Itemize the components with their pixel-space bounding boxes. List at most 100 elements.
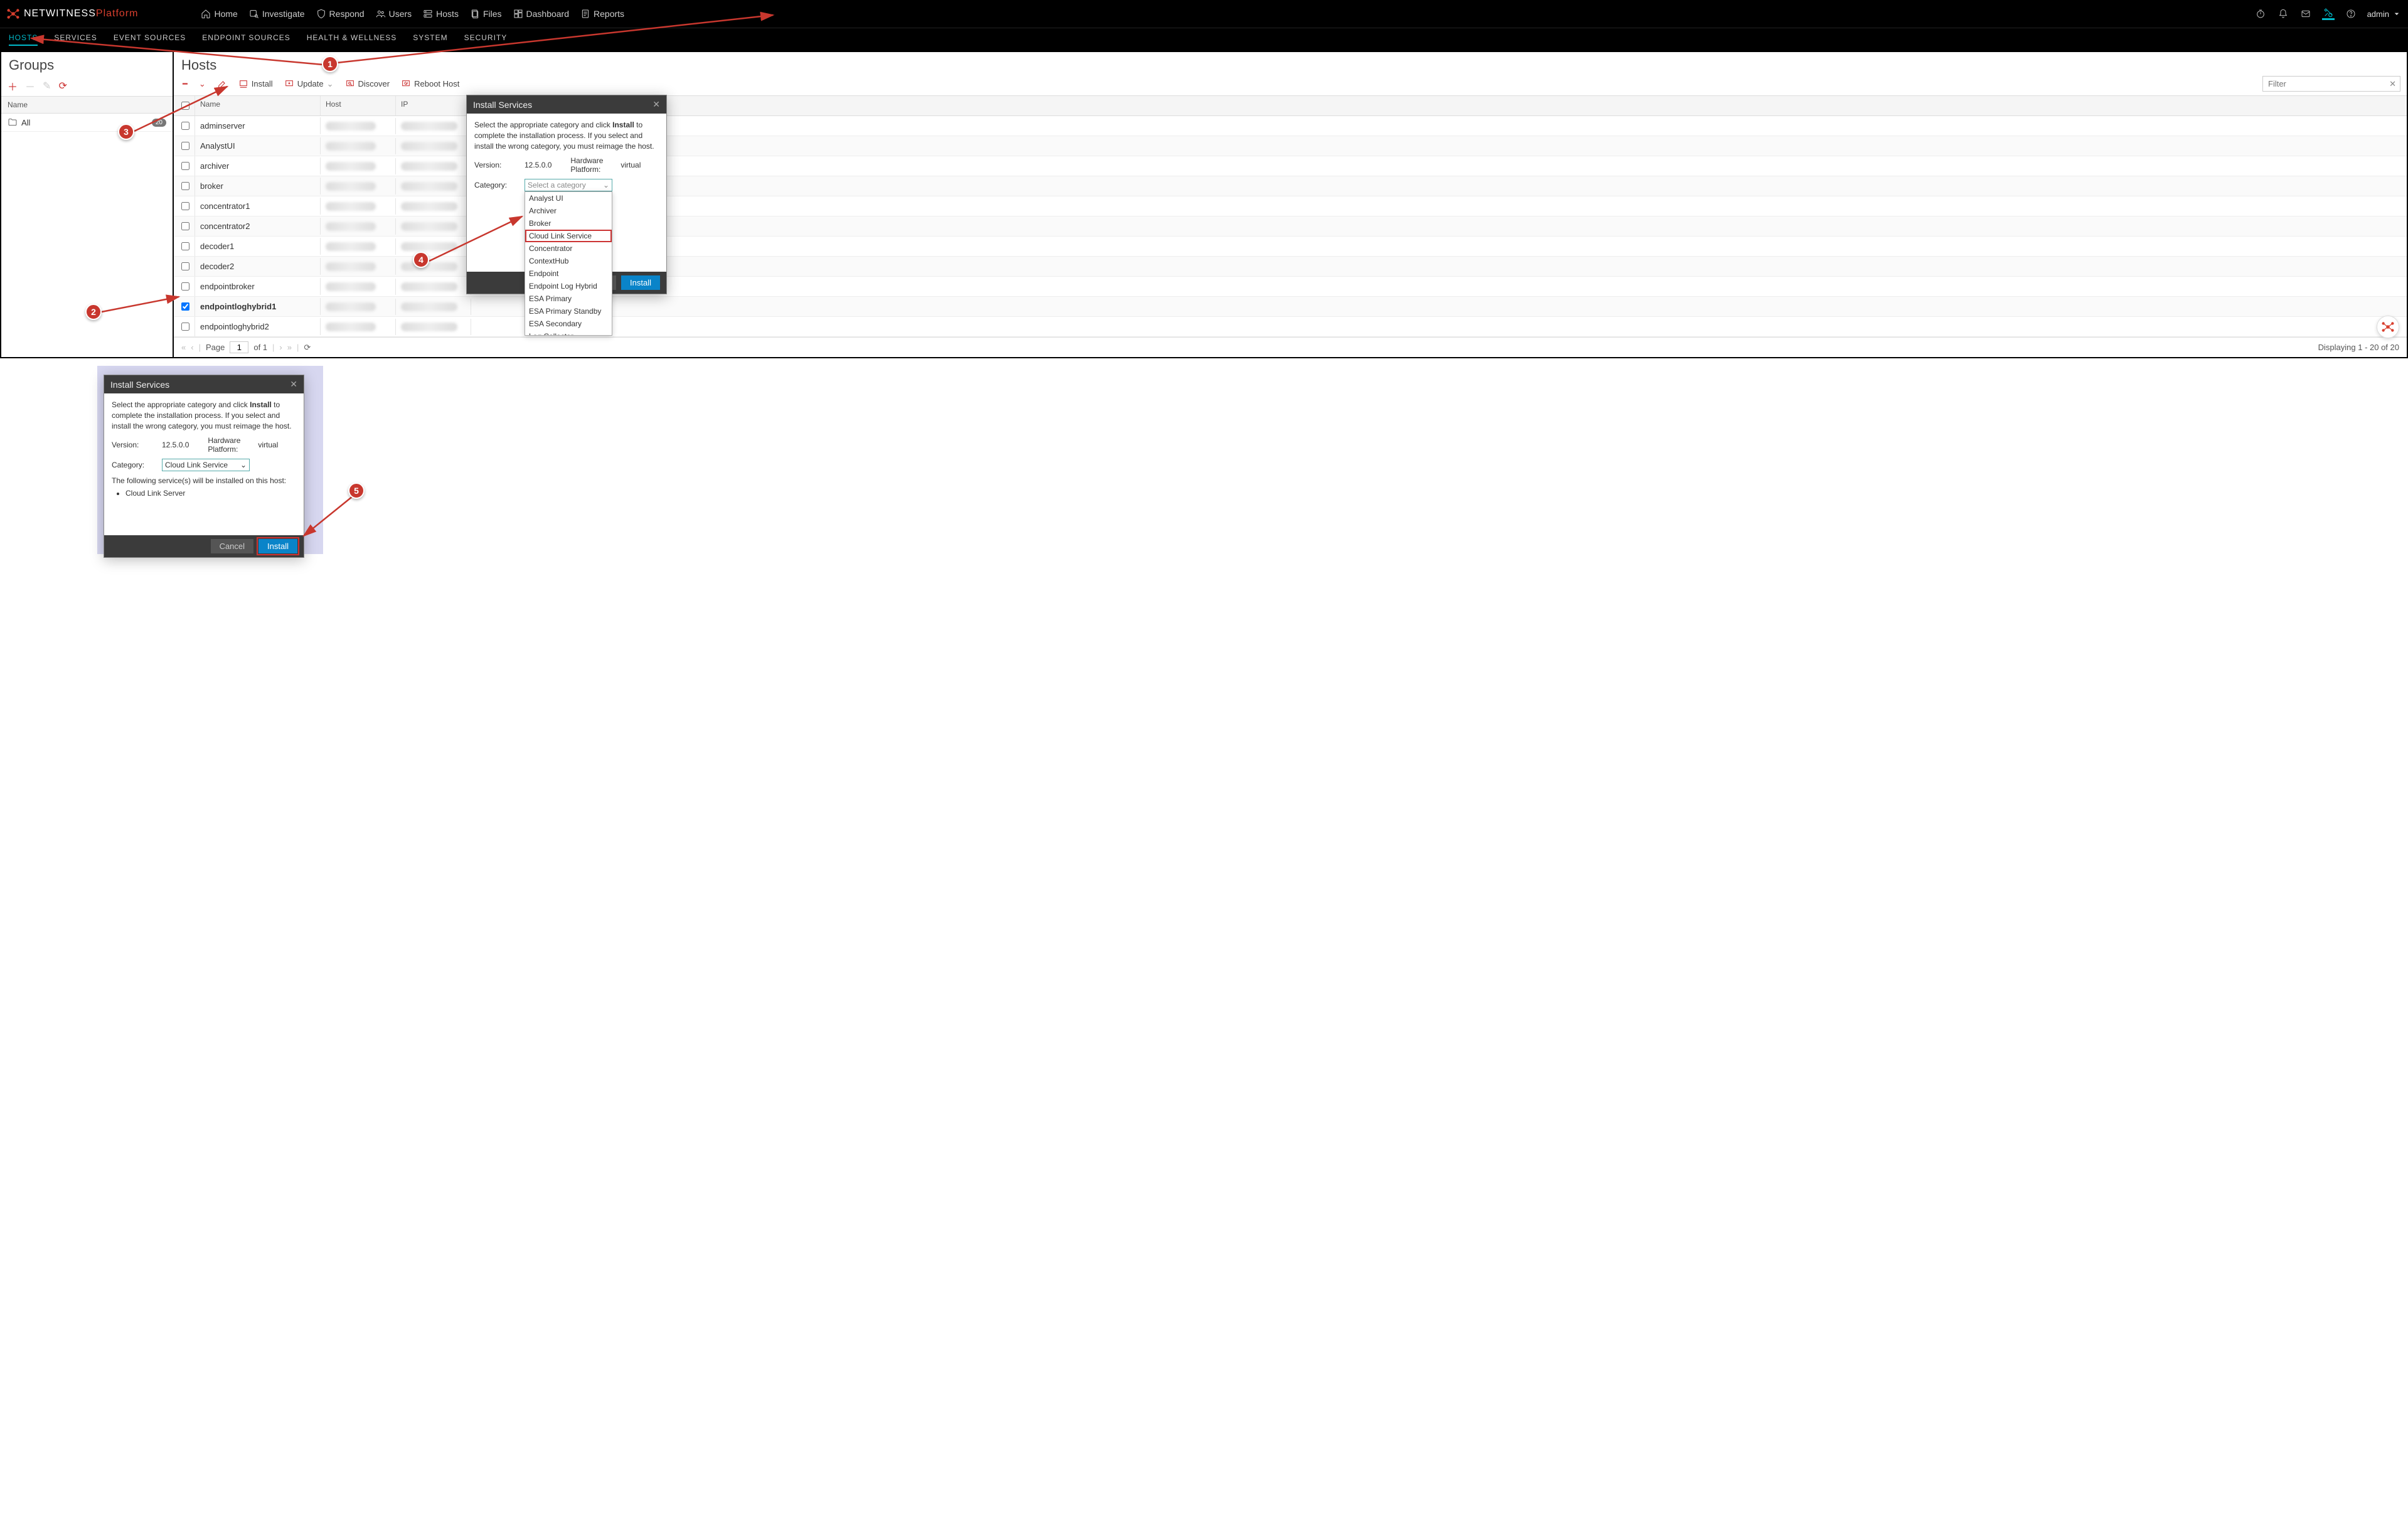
filter-input[interactable] <box>2267 78 2389 89</box>
dropdown-option[interactable]: Log Collector <box>525 330 612 336</box>
remove-host-icon[interactable]: ━ <box>180 78 190 90</box>
message-icon[interactable] <box>2299 8 2312 20</box>
table-row[interactable]: endpointloghybrid2 <box>174 317 2407 337</box>
row-checkbox[interactable] <box>181 222 189 230</box>
subnav-security[interactable]: SECURITY <box>464 33 508 46</box>
fab-button[interactable] <box>2377 316 2399 338</box>
dropdown-option[interactable]: Cloud Link Service <box>525 230 612 242</box>
pager: « ‹ | Page of 1 | › » | ⟳ <box>181 341 311 353</box>
row-checkbox[interactable] <box>181 142 189 150</box>
hw-value: virtual <box>621 161 641 169</box>
row-checkbox[interactable] <box>181 302 189 311</box>
dropdown-option[interactable]: ESA Secondary <box>525 318 612 330</box>
main-area: Groups ＋ － ✎ ⟳ Name All 20 Hosts ━ ⌄ Ins… <box>0 51 2408 358</box>
dropdown-option[interactable]: Archiver <box>525 205 612 217</box>
timer-icon[interactable] <box>2254 8 2267 20</box>
first-page-icon[interactable]: « <box>181 343 186 352</box>
row-checkbox[interactable] <box>181 202 189 210</box>
reboot-button[interactable]: Reboot Host <box>398 78 462 90</box>
subnav-health[interactable]: HEALTH & WELLNESS <box>307 33 397 46</box>
discover-button[interactable]: Discover <box>343 78 393 90</box>
dropdown-option[interactable]: ESA Primary <box>525 292 612 305</box>
edit-host-icon[interactable] <box>215 78 230 90</box>
row-name: endpointloghybrid2 <box>195 318 321 335</box>
chevron-down-icon: ⌄ <box>240 461 247 469</box>
prev-page-icon[interactable]: ‹ <box>191 343 193 352</box>
dropdown-option[interactable]: Endpoint <box>525 267 612 280</box>
row-checkbox[interactable] <box>181 122 189 130</box>
subnav-system[interactable]: SYSTEM <box>413 33 447 46</box>
install-button-final[interactable]: Install <box>258 539 297 553</box>
brand-suffix: Platform <box>96 8 139 19</box>
row-checkbox[interactable] <box>181 282 189 291</box>
dropdown-caret-icon[interactable]: ⌄ <box>196 78 208 90</box>
row-checkbox[interactable] <box>181 182 189 190</box>
user-menu[interactable]: admin <box>2367 9 2402 19</box>
close-icon[interactable]: ✕ <box>290 379 297 390</box>
remove-group-icon[interactable]: － <box>25 78 35 93</box>
bell-icon[interactable] <box>2277 8 2289 20</box>
chevron-down-icon <box>2392 9 2402 19</box>
help-icon[interactable] <box>2345 8 2357 20</box>
last-page-icon[interactable]: » <box>287 343 292 352</box>
install-button[interactable]: Install <box>236 78 275 90</box>
dropdown-option[interactable]: ContextHub <box>525 255 612 267</box>
row-host-redacted <box>326 202 376 211</box>
col-ip[interactable]: IP <box>396 96 471 115</box>
dashboard-icon <box>513 9 523 19</box>
row-checkbox[interactable] <box>181 262 189 270</box>
subnav-services[interactable]: SERVICES <box>54 33 97 46</box>
tools-icon[interactable] <box>2322 8 2335 20</box>
row-name: archiver <box>195 157 321 174</box>
nav-dashboard[interactable]: Dashboard <box>513 9 570 19</box>
close-icon[interactable]: ✕ <box>653 99 660 110</box>
category-select[interactable]: Select a category ⌄ <box>525 179 612 191</box>
dialog2-instr-bold: Install <box>250 400 272 409</box>
edit-group-icon[interactable]: ✎ <box>43 80 51 92</box>
nav-reports[interactable]: Reports <box>580 9 624 19</box>
dropdown-option[interactable]: Endpoint Log Hybrid <box>525 280 612 292</box>
col-name[interactable]: Name <box>195 96 321 115</box>
nav-investigate[interactable]: Investigate <box>249 9 305 19</box>
row-checkbox[interactable] <box>181 162 189 170</box>
group-item-all[interactable]: All 20 <box>1 114 173 132</box>
row-name: decoder1 <box>195 238 321 255</box>
page-label: Page <box>206 343 225 352</box>
dropdown-option[interactable]: Broker <box>525 217 612 230</box>
nav-files[interactable]: Files <box>470 9 502 19</box>
row-checkbox[interactable] <box>181 242 189 250</box>
clear-filter-icon[interactable]: ✕ <box>2389 79 2396 89</box>
dropdown-option[interactable]: ESA Primary Standby <box>525 305 612 318</box>
nav-hosts[interactable]: Hosts <box>423 9 459 19</box>
col-host[interactable]: Host <box>321 96 396 115</box>
row-name: adminserver <box>195 117 321 134</box>
row-checkbox[interactable] <box>181 323 189 331</box>
category-select-filled[interactable]: Cloud Link Service ⌄ <box>162 459 250 471</box>
install-button-dialog[interactable]: Install <box>621 275 660 290</box>
subnav-event-sources[interactable]: EVENT SOURCES <box>114 33 186 46</box>
refresh-groups-icon[interactable]: ⟳ <box>58 80 67 92</box>
cancel-button[interactable]: Cancel <box>211 539 253 553</box>
nav-respond[interactable]: Respond <box>316 9 365 19</box>
category-placeholder: Select a category <box>528 181 586 189</box>
dialog2-footer: Cancel Install <box>104 535 304 557</box>
nav-home[interactable]: Home <box>201 9 237 19</box>
page-input[interactable] <box>230 341 248 353</box>
hw-label: Hardware Platform: <box>570 156 614 174</box>
filter-box[interactable]: ✕ <box>2262 76 2400 92</box>
subnav-hosts[interactable]: HOSTS <box>9 33 38 46</box>
dropdown-option[interactable]: Concentrator <box>525 242 612 255</box>
select-all-checkbox[interactable] <box>181 102 189 110</box>
nav-users[interactable]: Users <box>376 9 412 19</box>
subnav-endpoint-sources[interactable]: ENDPOINT SOURCES <box>202 33 290 46</box>
dropdown-option[interactable]: Analyst UI <box>525 192 612 205</box>
table-row[interactable]: endpointloghybrid1 <box>174 297 2407 317</box>
row-ip-redacted <box>401 242 457 251</box>
refresh-page-icon[interactable]: ⟳ <box>304 343 311 353</box>
add-group-icon[interactable]: ＋ <box>8 78 18 93</box>
page-of: of 1 <box>253 343 267 352</box>
row-name: endpointbroker <box>195 278 321 295</box>
update-button[interactable]: Update ⌄ <box>282 78 336 90</box>
next-page-icon[interactable]: › <box>279 343 282 352</box>
nav-dashboard-label: Dashboard <box>526 9 570 19</box>
